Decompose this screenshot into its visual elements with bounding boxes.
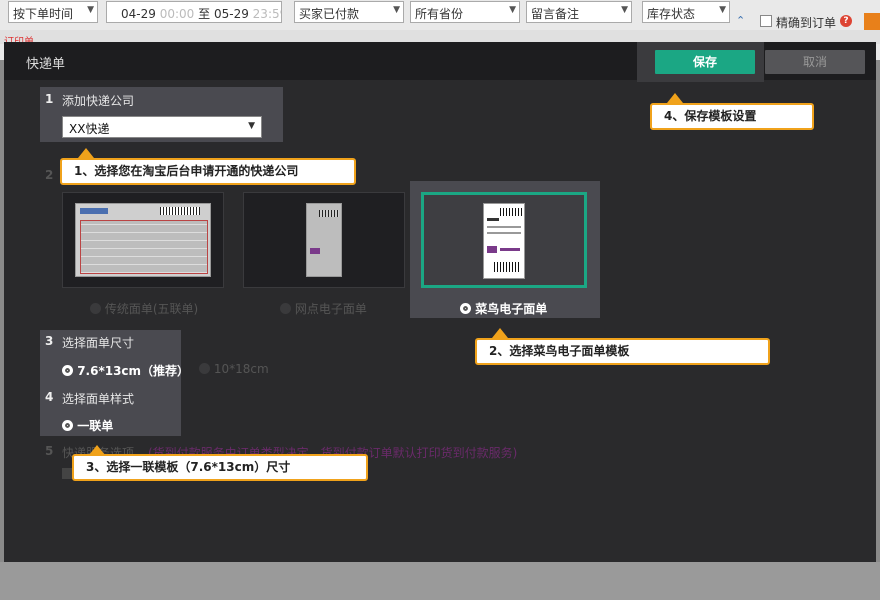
- page-bottom: [0, 562, 880, 600]
- callout2-pointer: [492, 328, 508, 338]
- chevron-down-icon: ▼: [87, 5, 94, 15]
- template-card-cainiao[interactable]: [421, 192, 587, 288]
- precise-label: 精确到订单: [776, 16, 837, 30]
- express-company-select[interactable]: XX快递 ▼: [62, 116, 262, 138]
- radio-outlet[interactable]: 网点电子面单: [280, 300, 367, 317]
- order-time-select[interactable]: 按下单时间 ▼: [8, 1, 98, 23]
- buyer-status-select[interactable]: 买家已付款 ▼: [294, 1, 404, 23]
- step4-number: 4: [45, 390, 54, 404]
- stock-select[interactable]: 库存状态 ▼: [642, 1, 730, 23]
- step4-label: 选择面单样式: [62, 392, 135, 406]
- province-select[interactable]: 所有省份 ▼: [410, 1, 520, 23]
- date-range-input[interactable]: 04-29 00:00 至 05-29 23:59: [106, 1, 282, 23]
- radio-size-76[interactable]: 7.6*13cm（推荐）: [62, 362, 189, 379]
- step1-number: 1: [45, 92, 54, 106]
- step2-number: 2: [45, 168, 54, 182]
- chevron-down-icon: ▼: [248, 121, 255, 131]
- radio-single-copy[interactable]: 一联单: [62, 417, 113, 434]
- note-select[interactable]: 留言备注 ▼: [526, 1, 632, 23]
- precise-checkbox[interactable]: [760, 15, 772, 27]
- callout-4: 4、保存模板设置: [650, 103, 814, 130]
- outlet-thumbnail: [306, 203, 342, 277]
- step5-number: 5: [45, 444, 54, 458]
- modal-title: 快递单: [26, 57, 66, 72]
- radio-size-10[interactable]: 10*18cm: [199, 362, 269, 376]
- traditional-thumbnail: [75, 203, 211, 277]
- collapse-icon[interactable]: ⌃: [736, 14, 745, 27]
- cainiao-thumbnail: [483, 203, 525, 279]
- callout1-pointer: [78, 148, 94, 158]
- step3-label: 选择面单尺寸: [62, 336, 135, 350]
- template-card-outlet[interactable]: [243, 192, 405, 288]
- step3-number: 3: [45, 334, 54, 348]
- callout-1: 1、选择您在淘宝后台申请开通的快递公司: [60, 158, 356, 185]
- cancel-button[interactable]: 取消: [765, 50, 865, 74]
- help-icon[interactable]: ?: [840, 15, 852, 27]
- callout4-pointer: [667, 93, 683, 103]
- step1-label: 添加快递公司: [62, 94, 135, 108]
- callout-2: 2、选择菜鸟电子面单模板: [475, 338, 770, 365]
- callout-3: 3、选择一联模板（7.6*13cm）尺寸: [72, 454, 368, 481]
- template-card-traditional[interactable]: [62, 192, 224, 288]
- radio-traditional[interactable]: 传统面单(五联单): [90, 300, 198, 317]
- radio-cainiao[interactable]: 菜鸟电子面单: [460, 300, 547, 317]
- save-button[interactable]: 保存: [655, 50, 755, 74]
